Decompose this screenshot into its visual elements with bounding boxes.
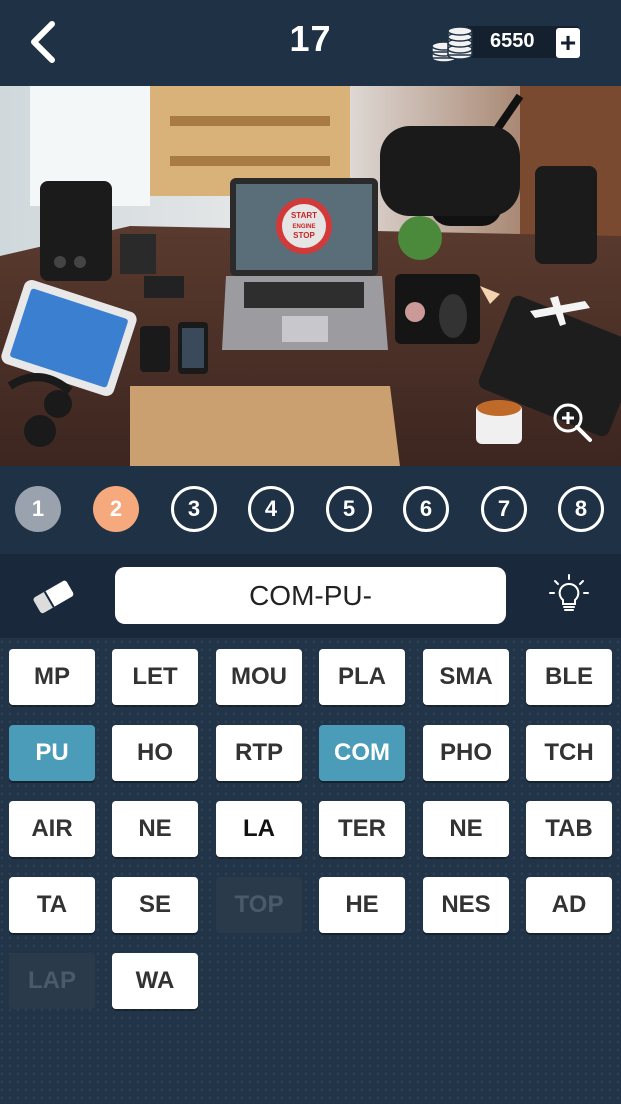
syllable-tile[interactable]: HE: [319, 877, 405, 933]
syllable-tile[interactable]: SE: [112, 877, 198, 933]
syllable-tile[interactable]: PHO: [423, 725, 509, 781]
clue-photo: START ENGINE STOP: [0, 86, 621, 466]
syllable-tile[interactable]: MP: [9, 649, 95, 705]
syllable-tile[interactable]: NES: [423, 877, 509, 933]
lightbulb-icon: [549, 574, 589, 611]
eraser-icon: [33, 580, 74, 614]
syllable-tile[interactable]: RTP: [216, 725, 302, 781]
level-dot-7[interactable]: 7: [481, 486, 527, 532]
syllable-tile: LAP: [9, 953, 95, 1009]
syllable-tile[interactable]: NE: [112, 801, 198, 857]
coin-balance: 6550 +: [430, 22, 582, 63]
syllable-tile[interactable]: LET: [112, 649, 198, 705]
laptop-screen-text-3: STOP: [293, 231, 315, 240]
syllable-tile[interactable]: NE: [423, 801, 509, 857]
zoom-in-icon: [553, 403, 592, 442]
coin-count: 6550: [490, 30, 535, 52]
level-dot-2[interactable]: 2: [93, 486, 139, 532]
syllable-tile[interactable]: PLA: [319, 649, 405, 705]
syllable-tile[interactable]: SMA: [423, 649, 509, 705]
syllable-tile[interactable]: PU: [9, 725, 95, 781]
level-dot-8[interactable]: 8: [558, 486, 604, 532]
syllable-tile[interactable]: BLE: [526, 649, 612, 705]
syllable-tile[interactable]: WA: [112, 953, 198, 1009]
syllable-tile[interactable]: COM: [319, 725, 405, 781]
answer-bar: COM-PU-: [0, 554, 621, 638]
level-dot-4[interactable]: 4: [248, 486, 294, 532]
laptop-screen-text-2: ENGINE: [292, 224, 315, 230]
zoom-button[interactable]: [548, 398, 596, 446]
level-selector: 1 2 3 4 5 6 7 8: [0, 466, 621, 554]
syllable-tile[interactable]: MOU: [216, 649, 302, 705]
top-bar: 17 6550 +: [0, 0, 621, 86]
syllable-tile: TOP: [216, 877, 302, 933]
hint-button[interactable]: [546, 572, 592, 618]
buy-coins-button[interactable]: +: [556, 28, 580, 58]
syllable-tile[interactable]: TER: [319, 801, 405, 857]
syllable-tile[interactable]: TA: [9, 877, 95, 933]
clear-answer-button[interactable]: [30, 576, 76, 616]
answer-field[interactable]: COM-PU-: [115, 567, 506, 624]
syllable-tile[interactable]: TAB: [526, 801, 612, 857]
syllable-tile[interactable]: HO: [112, 725, 198, 781]
level-dot-1[interactable]: 1: [15, 486, 61, 532]
laptop-screen-text-1: START: [291, 211, 317, 220]
level-dot-3[interactable]: 3: [171, 486, 217, 532]
level-dot-6[interactable]: 6: [403, 486, 449, 532]
level-dot-5[interactable]: 5: [326, 486, 372, 532]
desk-photo-illustration: START ENGINE STOP: [0, 86, 621, 466]
syllable-tile[interactable]: AD: [526, 877, 612, 933]
syllable-tile[interactable]: TCH: [526, 725, 612, 781]
syllable-tile[interactable]: LA: [216, 801, 302, 857]
syllable-tile[interactable]: AIR: [9, 801, 95, 857]
coin-stack-icon: [431, 26, 473, 63]
